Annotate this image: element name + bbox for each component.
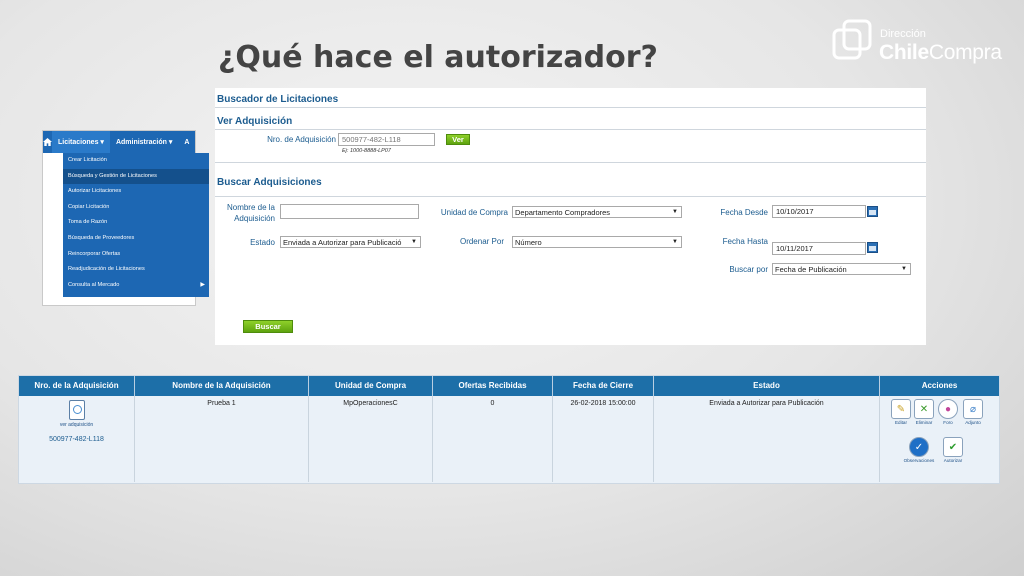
calendar-icon[interactable] (867, 242, 878, 253)
acciones-cell: ✎ Editar ✕ Eliminar ● Foro ⌀ Adjunto ✓ Observ… (880, 396, 999, 482)
menu-administracion[interactable]: Administración ▾ (110, 131, 178, 153)
column-header[interactable]: Fecha de Cierre (553, 376, 654, 396)
divider (215, 107, 926, 108)
divider (215, 162, 926, 163)
ofertas-cell: 0 (433, 396, 553, 482)
nro-adquisicion-input[interactable] (338, 133, 435, 146)
ver-adquisicion-link[interactable]: ver adquisición (19, 400, 134, 428)
fecha-desde-label: Fecha Desde (720, 208, 768, 217)
logo-subtitle: Dirección (880, 28, 926, 40)
column-header: Acciones (921, 381, 958, 390)
forum-icon: ● (938, 399, 958, 419)
eliminar-action[interactable]: ✕ Eliminar (911, 399, 937, 425)
menu-item-reincorporar[interactable]: Reincorporar Ofertas (63, 247, 209, 263)
ordenar-por-label: Ordenar Por (459, 237, 504, 246)
calendar-icon[interactable] (867, 206, 878, 217)
example-hint: Ej: 1000-8888-LP07 (342, 148, 391, 154)
attachment-icon: ⌀ (963, 399, 983, 419)
menu-item-copiar[interactable]: Copiar Licitación (63, 200, 209, 216)
main-menu: Licitaciones ▾ Administración ▾ A Crear … (42, 130, 209, 306)
autorizar-action[interactable]: ✔ Autorizar (940, 437, 966, 463)
menu-item-autorizar[interactable]: Autorizar Licitaciones (63, 184, 209, 200)
column-header[interactable]: Ofertas Recibidas (433, 376, 553, 396)
nro-adquisicion-label: Nro. de Adquisición (267, 135, 336, 144)
column-header[interactable]: Nro. de la Adquisición (19, 376, 135, 396)
menu-licitaciones[interactable]: Licitaciones ▾ (52, 131, 110, 153)
nro-cell: ver adquisición 500977-482-L118 (19, 396, 135, 482)
buscar-por-select[interactable]: Fecha de Publicación ▼ (772, 263, 911, 275)
buscar-adquisiciones-title: Buscar Adquisiciones (217, 177, 322, 188)
column-header[interactable]: Unidad de Compra (309, 376, 433, 396)
document-search-icon[interactable] (68, 400, 85, 420)
slide-title: ¿Qué hace el autorizador? (218, 40, 658, 75)
search-panel: Buscador de Licitaciones Ver Adquisición… (215, 88, 926, 345)
ver-button[interactable]: Ver (446, 134, 470, 145)
unidad-compra-select[interactable]: Departamento Compradores ▼ (512, 206, 682, 218)
divider (215, 129, 926, 130)
menu-item-crear[interactable]: Crear Licitación (63, 153, 209, 169)
cierre-cell: 26-02-2018 15:00:00 (553, 396, 654, 482)
table-header: Nro. de la Adquisición Nombre de la Adqu… (19, 376, 999, 396)
estado-cell: Enviada a Autorizar para Publicación (654, 396, 880, 482)
ver-adquisicion-title: Ver Adquisición (217, 116, 293, 127)
adjunto-action[interactable]: ⌀ Adjunto (960, 399, 986, 425)
foro-action[interactable]: ● Foro (935, 399, 961, 425)
results-table: Nro. de la Adquisición Nombre de la Adqu… (18, 375, 1000, 484)
approve-document-icon: ✔ (943, 437, 963, 457)
comment-icon: ✓ (909, 437, 929, 457)
estado-select[interactable]: Enviada a Autorizar para Publicació ▼ (280, 236, 421, 248)
chilecompra-logo: Dirección ChileCompra (830, 14, 1002, 66)
nombre-adquisicion-label: Nombre de la Adquisición (226, 203, 275, 223)
fecha-desde-input[interactable] (772, 205, 866, 218)
home-icon[interactable] (43, 131, 52, 153)
menu-item-toma-razon[interactable]: Toma de Razón (63, 215, 209, 231)
estado-label: Estado (250, 238, 275, 247)
ordenar-por-select[interactable]: Número ▼ (512, 236, 682, 248)
fecha-hasta-input[interactable] (772, 242, 866, 255)
menu-item-proveedores[interactable]: Búsqueda de Proveedores (63, 231, 209, 247)
fecha-hasta-label: Fecha Hasta (722, 237, 768, 246)
delete-icon: ✕ (914, 399, 934, 419)
buscar-por-label: Buscar por (729, 265, 768, 274)
menu-item-readjudicacion[interactable]: Readjudicación de Licitaciones (63, 262, 209, 278)
divider (215, 196, 926, 197)
buscar-button[interactable]: Buscar (243, 320, 293, 333)
panel-title: Buscador de Licitaciones (217, 94, 339, 105)
menu-item-consulta[interactable]: Consulta al Mercado ▶ (63, 278, 209, 294)
column-header[interactable]: Nombre de la Adquisición (135, 376, 309, 396)
logo-brand: ChileCompra (879, 41, 1002, 64)
unidad-cell: MpOperacionesC (309, 396, 433, 482)
column-header[interactable]: Estado (654, 376, 880, 396)
menu-item-busqueda-gestion[interactable]: Búsqueda y Gestión de Licitaciones (63, 168, 209, 185)
logo-mark-icon (832, 19, 872, 60)
licitaciones-dropdown: Crear Licitación Búsqueda y Gestión de L… (63, 153, 209, 297)
submenu-arrow-icon: ▶ (200, 281, 205, 288)
nombre-cell: Prueba 1 (135, 396, 309, 482)
observaciones-action[interactable]: ✓ Observaciones (899, 437, 939, 463)
adquisicion-number-link[interactable]: 500977-482-L118 (19, 436, 134, 443)
edit-icon: ✎ (891, 399, 911, 419)
nombre-adquisicion-input[interactable] (280, 204, 419, 219)
menu-more[interactable]: A (178, 131, 195, 153)
menu-bar: Licitaciones ▾ Administración ▾ A (43, 131, 195, 153)
table-row: ver adquisición 500977-482-L118 Prueba 1… (19, 396, 999, 482)
unidad-compra-label: Unidad de Compra (440, 208, 508, 217)
